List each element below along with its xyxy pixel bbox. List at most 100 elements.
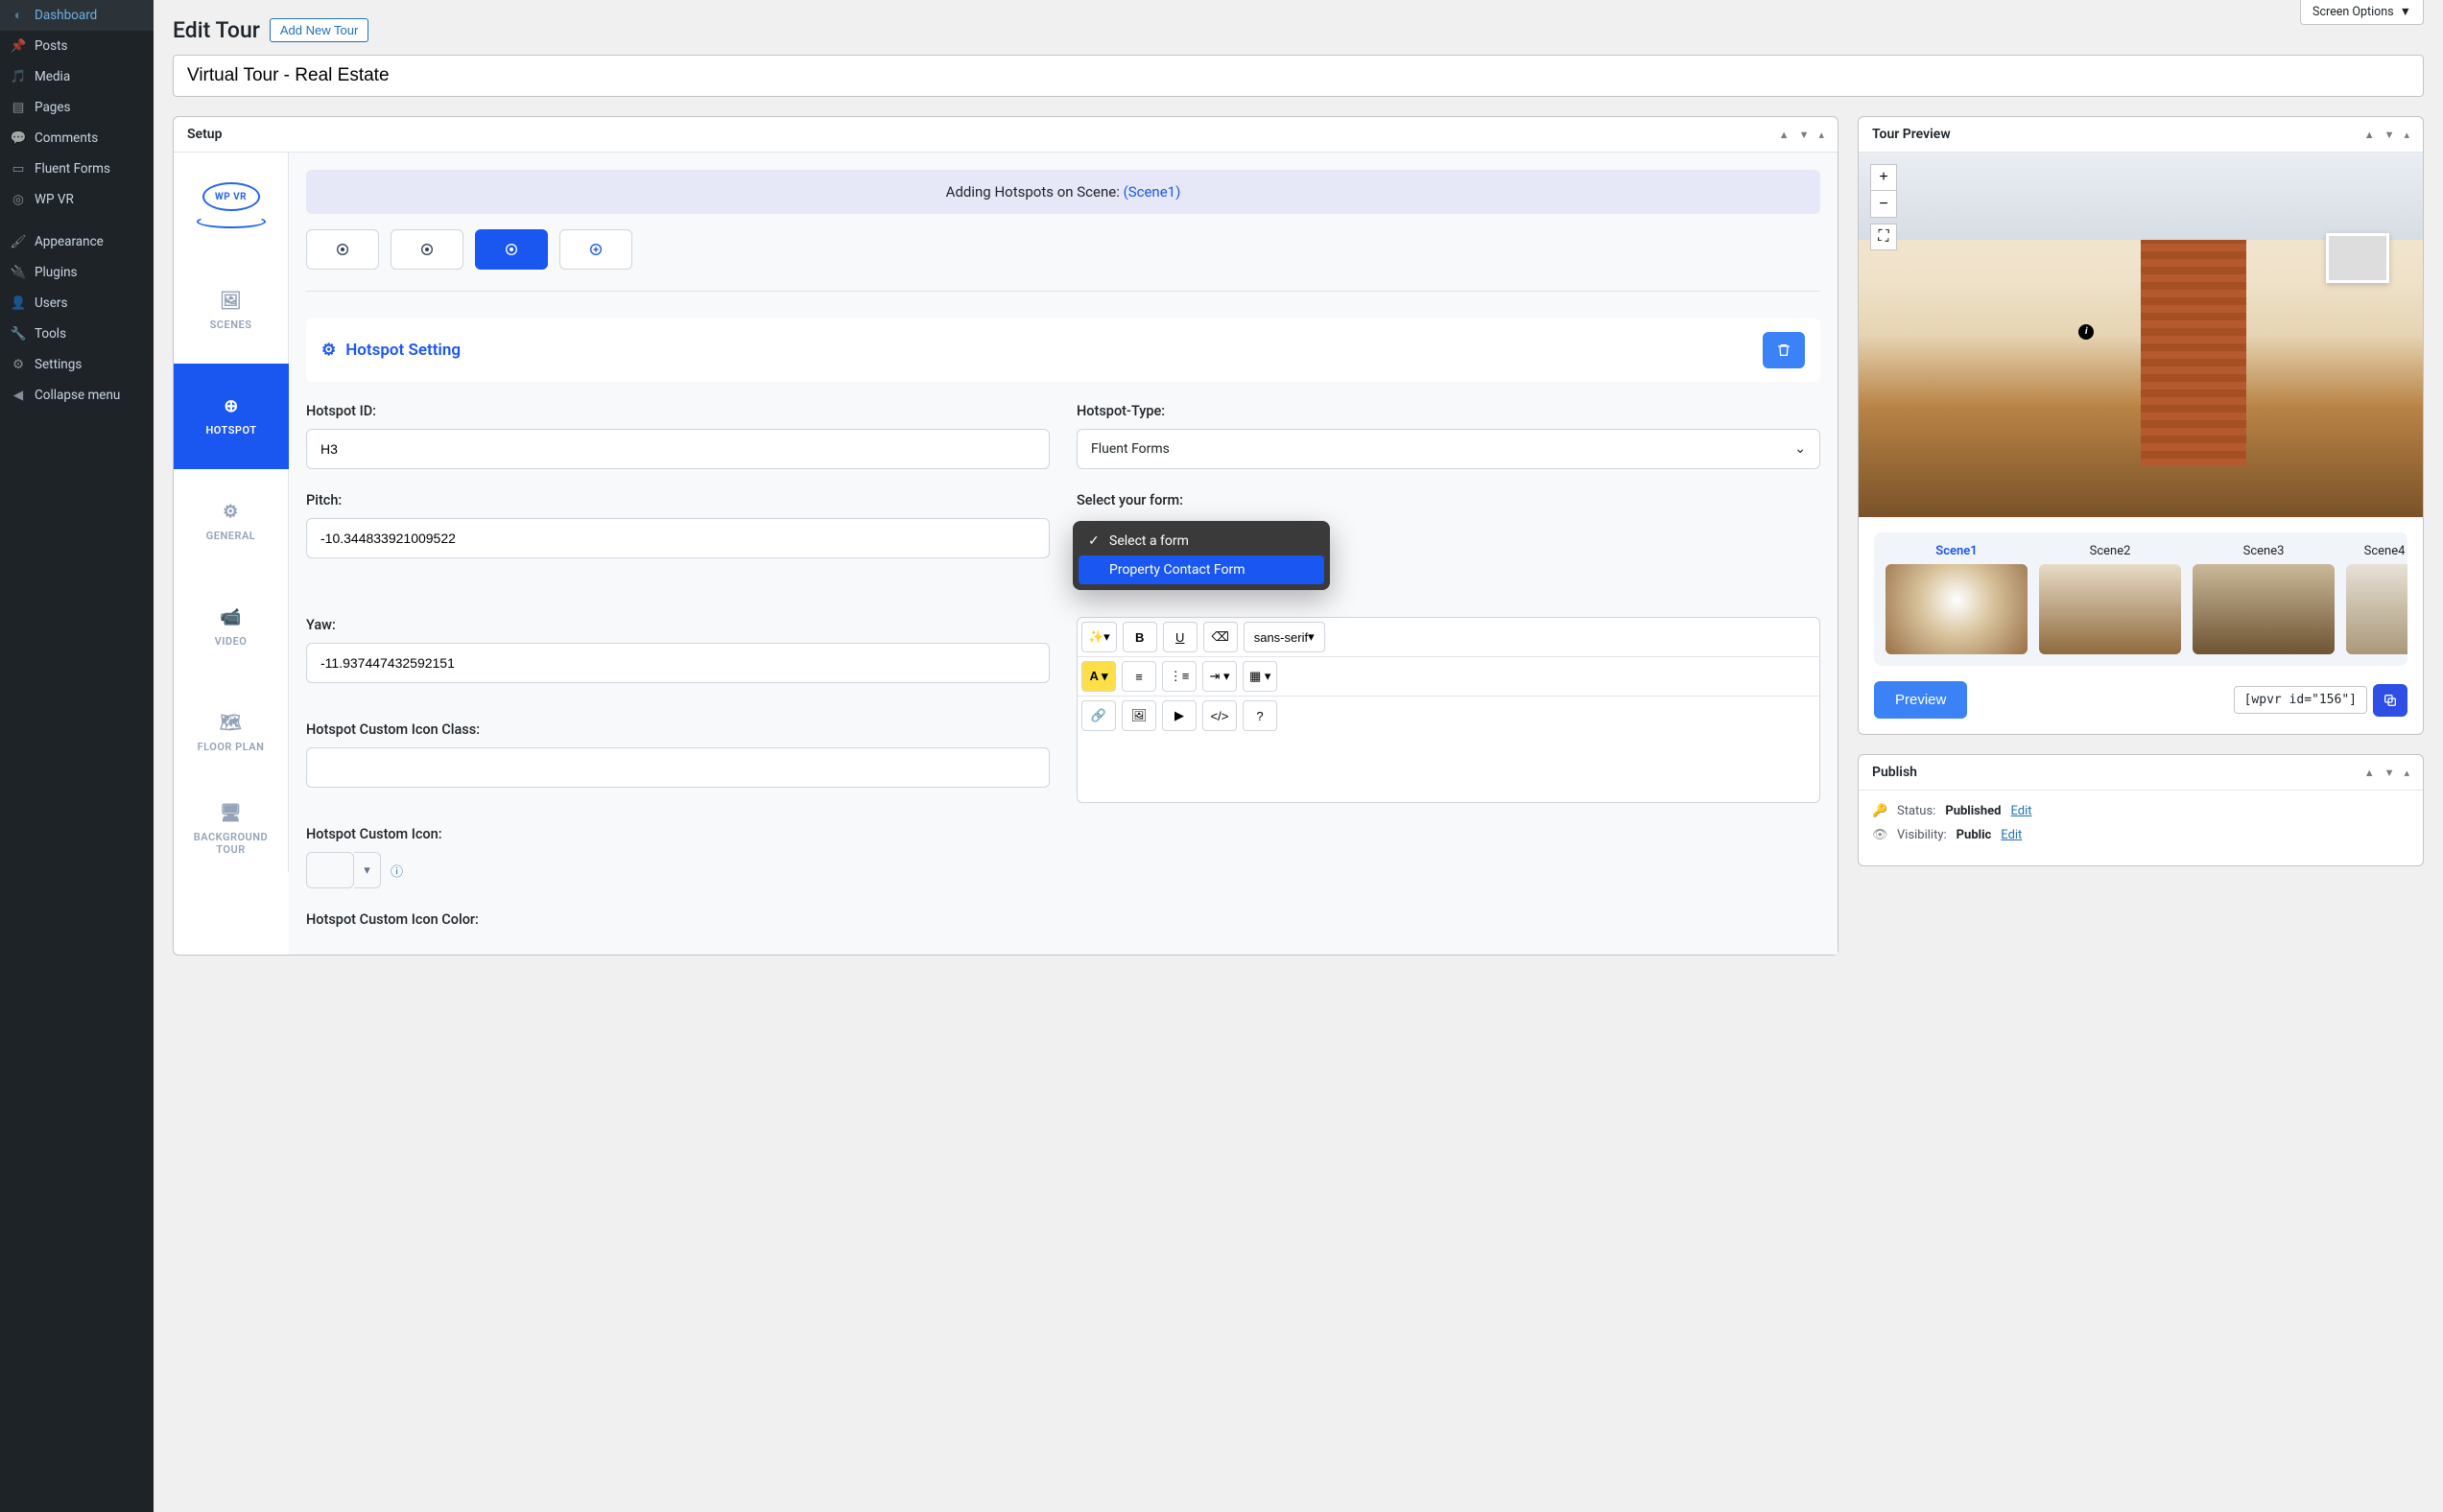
add-new-tour-button[interactable]: Add New Tour (270, 18, 368, 42)
rte-help-button[interactable]: ? (1243, 700, 1277, 731)
delete-hotspot-button[interactable] (1763, 332, 1805, 368)
icon-preview (306, 852, 354, 888)
scene-thumb-3[interactable]: Scene3 (2193, 544, 2335, 654)
target-icon: ⊕ (224, 396, 239, 416)
scene-link[interactable]: (Scene1) (1124, 183, 1181, 201)
hotspot-btn-add[interactable] (559, 229, 632, 270)
icon-help-button[interactable]: ⓘ (391, 862, 403, 880)
panorama-preview[interactable]: + − ⛶ i (1859, 153, 2423, 517)
icon-dropdown-button[interactable]: ▾ (354, 852, 381, 888)
scene-thumbnail-strip: Scene1 Scene2 Scene3 Scene4 (1874, 532, 2407, 666)
custom-icon-class-label: Hotspot Custom Icon Class: (306, 721, 1050, 738)
hotspot-btn-1[interactable] (306, 229, 379, 270)
menu-users[interactable]: 👤Users (0, 288, 154, 319)
check-icon: ✓ (1088, 533, 1102, 549)
rte-content-area[interactable] (1078, 735, 1819, 802)
menu-dashboard[interactable]: ◐Dashboard (0, 0, 154, 31)
sliders-icon: ⚙ (10, 357, 27, 372)
menu-fluentforms[interactable]: ▭Fluent Forms (0, 154, 154, 184)
hotspot-type-select[interactable]: Fluent Forms ⌄ (1077, 429, 1820, 469)
tab-hotspot[interactable]: ⊕ HOTSPOT (174, 364, 289, 469)
zoom-in-button[interactable]: + (1870, 164, 1897, 191)
publish-heading: Publish (1872, 765, 1917, 780)
scene-thumb-2[interactable]: Scene2 (2039, 544, 2181, 654)
yaw-input[interactable] (306, 643, 1050, 683)
info-hotspot-icon[interactable]: i (2078, 324, 2094, 340)
rte-font-select[interactable]: sans-serif ▾ (1244, 622, 1325, 652)
menu-plugins[interactable]: 🔌Plugins (0, 257, 154, 288)
page-icon: ▤ (10, 100, 27, 115)
panel-up-icon[interactable]: ▲ (2364, 767, 2375, 779)
hotspot-type-label: Hotspot-Type: (1077, 403, 1820, 419)
menu-posts[interactable]: 📌Posts (0, 31, 154, 61)
tab-scenes[interactable]: 🖼 SCENES (174, 258, 289, 364)
rte-table-button[interactable]: ▦ ▾ (1243, 661, 1277, 692)
rte-code-button[interactable]: </> (1202, 700, 1237, 731)
rte-image-button[interactable]: 🖼 (1122, 700, 1156, 731)
rte-link-button[interactable]: 🔗 (1081, 700, 1116, 731)
preview-button[interactable]: Preview (1874, 681, 1967, 719)
custom-icon-label: Hotspot Custom Icon: (306, 826, 1050, 842)
hotspot-btn-3[interactable] (475, 229, 548, 270)
chevron-down-icon: ⌄ (1794, 441, 1806, 457)
scene-thumb-4[interactable]: Scene4 (2346, 544, 2407, 654)
pitch-label: Pitch: (306, 492, 1050, 508)
panel-down-icon[interactable]: ▼ (2384, 129, 2395, 141)
zoom-out-button[interactable]: − (1870, 191, 1897, 218)
tab-background[interactable]: 🖥 BACKGROUND TOUR (174, 786, 289, 872)
rte-video-button[interactable]: ▶ (1162, 700, 1197, 731)
form-icon: ▭ (10, 161, 27, 177)
custom-icon-class-input[interactable] (306, 747, 1050, 788)
panel-toggle-icon[interactable]: ▴ (1818, 129, 1824, 141)
edit-visibility-link[interactable]: Edit (2001, 828, 2022, 842)
image-icon: 🖼 (220, 291, 242, 311)
edit-status-link[interactable]: Edit (2010, 804, 2031, 818)
menu-pages[interactable]: ▤Pages (0, 92, 154, 123)
rich-text-editor: ✨▾ B U ⌫ sans-serif ▾ A ▾ ≡ (1077, 617, 1820, 803)
panel-down-icon[interactable]: ▼ (2384, 767, 2395, 779)
panel-up-icon[interactable]: ▲ (1779, 129, 1790, 141)
tab-video[interactable]: 📹 VIDEO (174, 575, 289, 680)
rte-erase-button[interactable]: ⌫ (1203, 622, 1238, 652)
panel-up-icon[interactable]: ▲ (2364, 129, 2375, 141)
panel-toggle-icon[interactable]: ▴ (2404, 767, 2409, 779)
fullscreen-button[interactable]: ⛶ (1870, 224, 1897, 250)
menu-appearance[interactable]: 🖌Appearance (0, 226, 154, 257)
video-icon: 📹 (220, 607, 242, 627)
devices-icon: 🖥 (220, 803, 242, 823)
pitch-input[interactable] (306, 518, 1050, 558)
user-icon: 👤 (10, 295, 27, 311)
gear-icon: ⚙ (321, 341, 336, 360)
dropdown-opt-select-a-form[interactable]: ✓ Select a form (1079, 527, 1324, 555)
screen-options-toggle[interactable]: Screen Options ▼ (2300, 0, 2424, 25)
rte-underline-button[interactable]: U (1163, 622, 1198, 652)
rte-textcolor-button[interactable]: A ▾ (1081, 661, 1116, 692)
hotspot-btn-2[interactable] (391, 229, 463, 270)
rte-magic-button[interactable]: ✨▾ (1081, 622, 1117, 652)
map-icon: 🗺 (220, 713, 242, 733)
tab-general[interactable]: ⚙ GENERAL (174, 469, 289, 575)
yaw-label: Yaw: (306, 617, 1050, 633)
hotspot-id-input[interactable] (306, 429, 1050, 469)
rte-indent-button[interactable]: ⇥ ▾ (1202, 661, 1237, 692)
menu-settings[interactable]: ⚙Settings (0, 349, 154, 380)
tour-title-input[interactable] (173, 55, 2424, 97)
panel-toggle-icon[interactable]: ▴ (2404, 129, 2409, 141)
menu-tools[interactable]: 🔧Tools (0, 319, 154, 349)
rte-ul-button[interactable]: ≡ (1122, 661, 1156, 692)
rte-ol-button[interactable]: ⋮≡ (1162, 661, 1197, 692)
wpvr-logo-tab: WP VR (174, 153, 289, 258)
menu-comments[interactable]: 💬Comments (0, 123, 154, 154)
copy-shortcode-button[interactable] (2373, 684, 2407, 717)
tab-floorplan[interactable]: 🗺 FLOOR PLAN (174, 680, 289, 786)
setup-tab-list: WP VR 🖼 SCENES ⊕ HOTSPOT ⚙ (174, 153, 289, 955)
scene-thumb-1[interactable]: Scene1 (1886, 544, 2028, 654)
vr-icon: ◎ (10, 192, 27, 207)
menu-media[interactable]: 🎵Media (0, 61, 154, 92)
menu-collapse[interactable]: ◀Collapse menu (0, 380, 154, 411)
dropdown-opt-property-contact[interactable]: Property Contact Form (1079, 555, 1324, 584)
rte-bold-button[interactable]: B (1123, 622, 1157, 652)
comment-icon: 💬 (10, 130, 27, 146)
panel-down-icon[interactable]: ▼ (1799, 129, 1810, 141)
menu-wpvr[interactable]: ◎WP VR (0, 184, 154, 215)
